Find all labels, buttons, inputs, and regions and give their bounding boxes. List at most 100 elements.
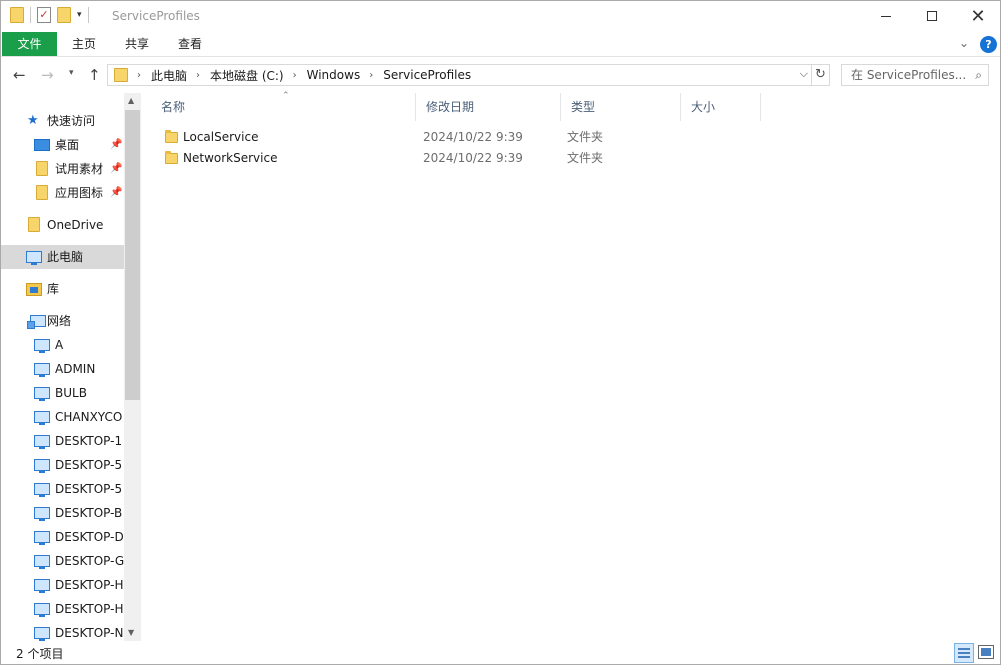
computer-icon: [34, 555, 50, 569]
new-folder-icon[interactable]: [57, 7, 71, 23]
computer-icon: [34, 339, 50, 353]
navigation-scrollbar[interactable]: ▲ ▼: [124, 93, 141, 641]
pin-icon: 📌: [110, 163, 123, 174]
sidebar-item-network[interactable]: 网络: [1, 309, 124, 333]
tab-file[interactable]: 文件: [2, 32, 57, 56]
address-bar[interactable]: › 此电脑 › 本地磁盘 (C:) › Windows › ServicePro…: [107, 64, 812, 86]
sidebar-item-network-computer[interactable]: DESKTOP-B: [1, 501, 124, 525]
large-icons-view-icon[interactable]: [978, 645, 994, 659]
sidebar-item-network-computer[interactable]: DESKTOP-H: [1, 573, 124, 597]
back-arrow-icon[interactable]: ←: [13, 66, 26, 84]
toolbar-divider: [30, 7, 31, 23]
sort-ascending-icon: ⌃: [282, 91, 290, 101]
sidebar-item-network-computer[interactable]: ADMIN: [1, 357, 124, 381]
sidebar-item-network-computer[interactable]: DESKTOP-N: [1, 621, 124, 641]
computer-icon: [34, 435, 50, 449]
file-date: 2024/10/22 9:39: [423, 130, 523, 144]
scrollbar-thumb[interactable]: [125, 110, 140, 400]
minimize-button[interactable]: [863, 1, 909, 31]
file-list: 名称 ⌃ 修改日期 类型 大小 LocalService 2024/10/22 …: [151, 91, 1000, 641]
file-name: LocalService: [183, 130, 259, 144]
star-icon: ★: [27, 113, 39, 128]
folder-icon: [10, 7, 24, 23]
breadcrumb-local-disk[interactable]: 本地磁盘 (C:): [210, 67, 284, 84]
help-icon[interactable]: ?: [980, 36, 997, 53]
properties-icon[interactable]: ✓: [37, 7, 51, 23]
forward-arrow-icon[interactable]: →: [41, 66, 54, 84]
sidebar-item-network-computer[interactable]: DESKTOP-5: [1, 453, 124, 477]
title-bar: ✓ ▾ ServiceProfiles ✕: [1, 1, 1000, 32]
file-type: 文件夹: [567, 130, 604, 144]
recent-locations-icon[interactable]: ▾: [69, 68, 74, 78]
chevron-right-icon[interactable]: ›: [369, 70, 373, 81]
details-view-icon[interactable]: [954, 643, 974, 663]
sidebar-item-library[interactable]: 库: [1, 277, 124, 301]
sidebar-item-network-computer[interactable]: BULB: [1, 381, 124, 405]
breadcrumb-serviceprofiles[interactable]: ServiceProfiles: [383, 68, 471, 82]
sidebar-item-network-computer[interactable]: DESKTOP-1: [1, 429, 124, 453]
computer-icon: [26, 251, 42, 265]
sidebar-item-network-computer[interactable]: DESKTOP-D: [1, 525, 124, 549]
pin-icon: 📌: [110, 187, 123, 198]
table-row[interactable]: LocalService 2024/10/22 9:39 文件夹: [151, 127, 711, 148]
close-button[interactable]: ✕: [955, 1, 1000, 31]
chevron-right-icon[interactable]: ›: [293, 70, 297, 81]
tab-view[interactable]: 查看: [169, 32, 211, 56]
file-type: 文件夹: [567, 151, 604, 165]
column-header-type[interactable]: 类型: [561, 93, 681, 121]
sidebar-item-quick-access[interactable]: ★ 快速访问: [1, 109, 124, 133]
network-icon: [27, 315, 46, 329]
explorer-window: ✓ ▾ ServiceProfiles ✕ 文件 主页 共享 查看 ⌄ ? ← …: [0, 0, 1001, 665]
column-header-name[interactable]: 名称 ⌃: [151, 91, 416, 121]
search-input[interactable]: 在 ServiceProfiles... ⌕: [841, 64, 989, 86]
sidebar-item-network-computer[interactable]: DESKTOP-G: [1, 549, 124, 573]
tab-share[interactable]: 共享: [116, 32, 158, 56]
scroll-up-icon[interactable]: ▲: [128, 96, 134, 105]
sidebar-item-network-computer[interactable]: A: [1, 333, 124, 357]
sidebar-item-network-computer[interactable]: DESKTOP-5: [1, 477, 124, 501]
folder-icon: [165, 151, 178, 164]
file-name: NetworkService: [183, 151, 278, 165]
table-row[interactable]: NetworkService 2024/10/22 9:39 文件夹: [151, 148, 711, 169]
sidebar-item-network-computer[interactable]: DESKTOP-H: [1, 597, 124, 621]
chevron-right-icon[interactable]: ›: [196, 70, 200, 81]
up-arrow-icon[interactable]: ↑: [88, 66, 101, 84]
navigation-pane: ★ 快速访问 桌面 📌 试用素材 📌 应用图标 📌 OneDrive 此电脑 库…: [1, 93, 141, 641]
chevron-down-icon[interactable]: ⌵: [800, 67, 808, 81]
folder-icon: [165, 130, 178, 143]
pin-icon: 📌: [110, 139, 123, 150]
desktop-icon: [34, 139, 50, 151]
sidebar-item-network-computer[interactable]: CHANXYCO: [1, 405, 124, 429]
computer-icon: [34, 459, 50, 473]
sidebar-item-trial-materials[interactable]: 试用素材 📌: [1, 157, 124, 181]
scroll-down-icon[interactable]: ▼: [128, 628, 134, 637]
sidebar-item-onedrive[interactable]: OneDrive: [1, 213, 124, 237]
toolbar-divider: [87, 7, 89, 23]
chevron-right-icon[interactable]: ›: [137, 70, 141, 81]
breadcrumb-windows[interactable]: Windows: [307, 68, 361, 82]
item-count: 2 个项目: [16, 647, 64, 661]
file-date: 2024/10/22 9:39: [423, 151, 523, 165]
breadcrumb-this-pc[interactable]: 此电脑: [151, 67, 187, 84]
computer-icon: [34, 531, 50, 545]
computer-icon: [34, 483, 50, 497]
maximize-button[interactable]: [909, 1, 955, 31]
expand-ribbon-icon[interactable]: ⌄: [959, 36, 969, 50]
column-header-size[interactable]: 大小: [681, 93, 761, 121]
refresh-button[interactable]: ↻: [812, 64, 830, 86]
folder-icon: [36, 161, 48, 176]
search-icon[interactable]: ⌕: [975, 65, 982, 85]
folder-icon: [36, 185, 48, 200]
address-row: ← → ▾ ↑ › 此电脑 › 本地磁盘 (C:) › Windows › Se…: [1, 58, 1000, 92]
sidebar-item-desktop[interactable]: 桌面 📌: [1, 133, 124, 157]
sidebar-item-app-icons[interactable]: 应用图标 📌: [1, 181, 124, 205]
column-header-date[interactable]: 修改日期: [416, 93, 561, 121]
computer-icon: [34, 363, 50, 377]
tab-home[interactable]: 主页: [63, 32, 105, 56]
window-title: ServiceProfiles: [112, 9, 200, 23]
computer-icon: [34, 387, 50, 401]
maximize-icon: [927, 11, 937, 21]
sidebar-item-this-pc[interactable]: 此电脑: [1, 245, 124, 269]
onedrive-folder-icon: [28, 217, 40, 232]
customize-toolbar-icon[interactable]: ▾: [77, 10, 82, 20]
